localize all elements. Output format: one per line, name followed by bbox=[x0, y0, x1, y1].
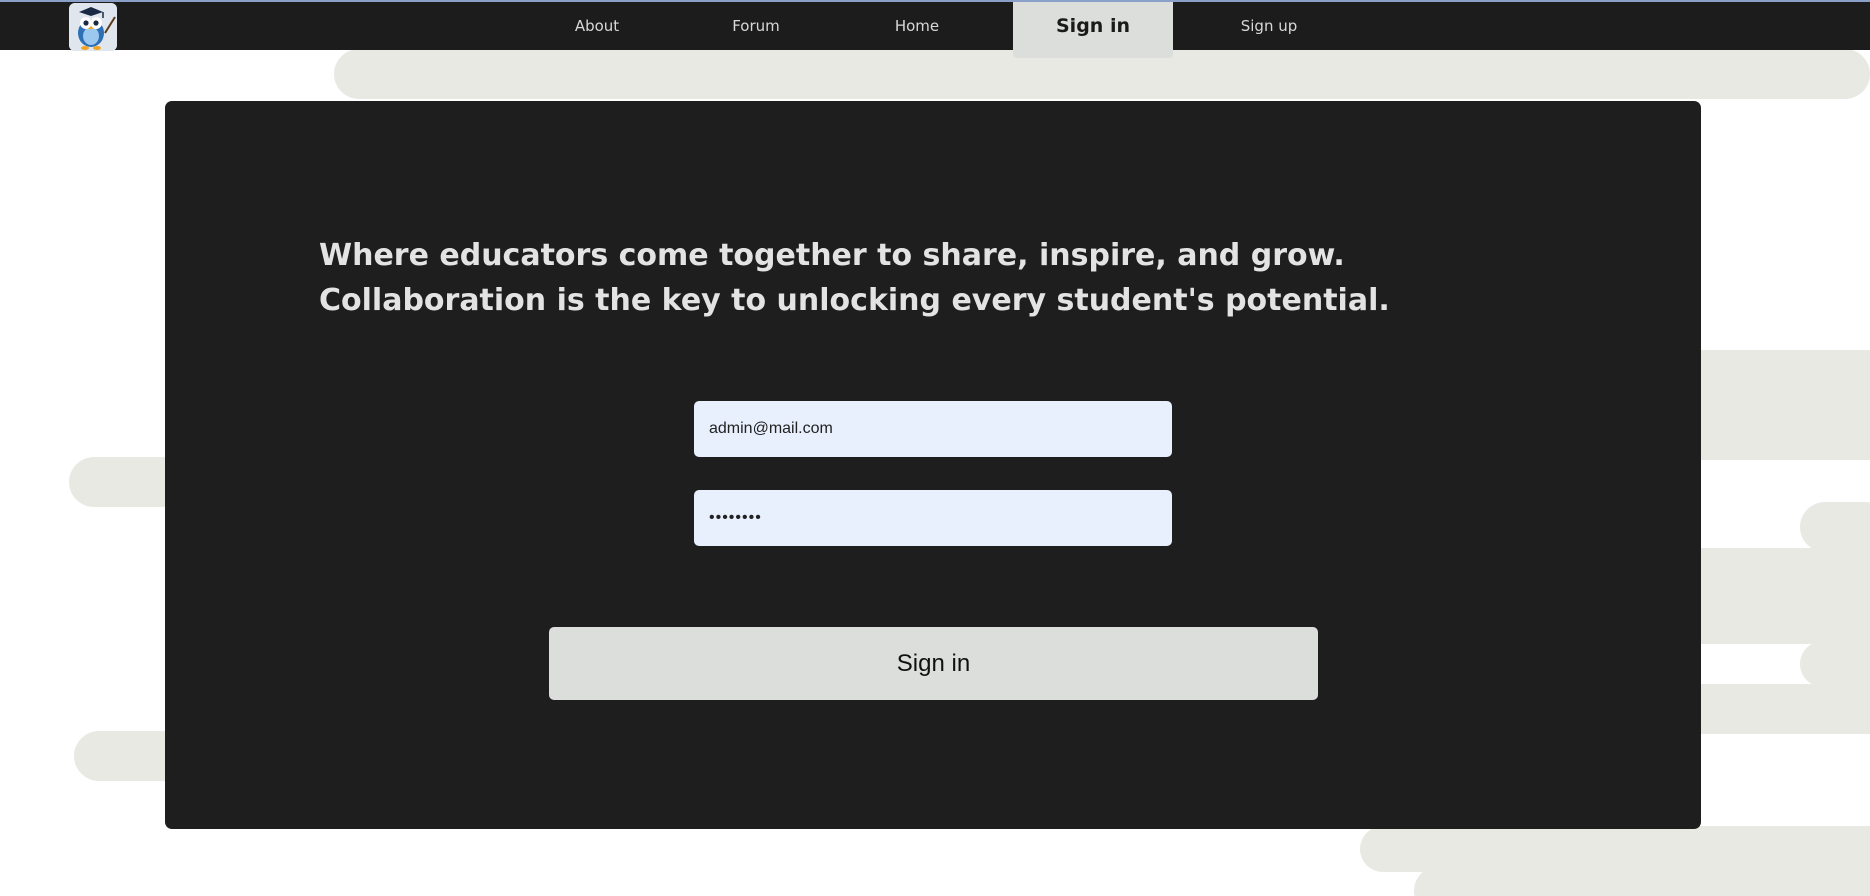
nav-item-sign-up[interactable]: Sign up bbox=[1226, 2, 1312, 50]
sign-in-card: Where educators come together to share, … bbox=[165, 101, 1701, 829]
nav-item-forum[interactable]: Forum bbox=[714, 2, 798, 50]
sign-in-button[interactable]: Sign in bbox=[549, 627, 1318, 700]
nav-item-about[interactable]: About bbox=[555, 2, 639, 50]
background-stripe bbox=[1800, 641, 1870, 687]
password-field[interactable] bbox=[694, 490, 1172, 546]
owl-teacher-icon[interactable] bbox=[69, 3, 117, 51]
email-field[interactable] bbox=[694, 401, 1172, 457]
background-stripe bbox=[1800, 502, 1870, 552]
nav-item-home[interactable]: Home bbox=[875, 2, 959, 50]
top-navigation-bar: About Forum Home Sign in Sign up bbox=[0, 0, 1870, 58]
background-stripe bbox=[1414, 866, 1870, 896]
page: About Forum Home Sign in Sign up Where e… bbox=[0, 0, 1870, 896]
nav-item-sign-in[interactable]: Sign in bbox=[1013, 2, 1173, 58]
page-headline: Where educators come together to share, … bbox=[319, 238, 1390, 318]
